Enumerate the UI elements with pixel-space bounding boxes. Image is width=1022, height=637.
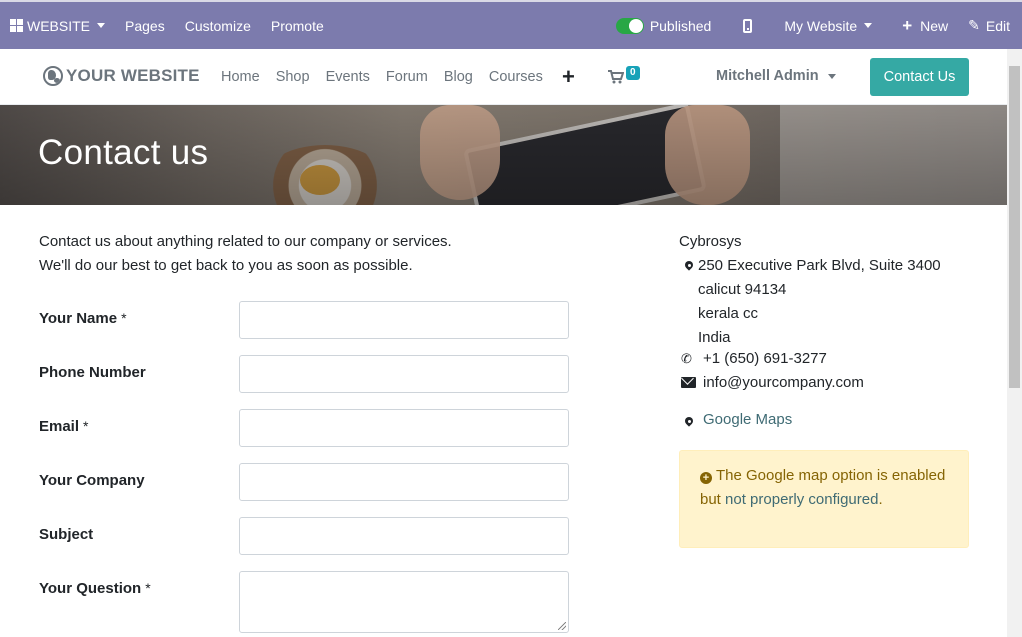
company-input[interactable] (239, 463, 569, 501)
menu-item-home[interactable]: Home (213, 69, 268, 85)
caret-down-icon (864, 23, 873, 28)
company-name: Cybrosys (679, 233, 742, 250)
new-button[interactable]: + New (882, 2, 958, 49)
configure-map-link[interactable]: not properly configured (725, 491, 878, 508)
menu-item-courses[interactable]: Courses (481, 69, 551, 85)
apps-grid-icon (10, 19, 23, 32)
admin-navbar: WEBSITE Pages Customize Promote Publishe… (0, 0, 1022, 49)
site-logo[interactable]: YOUR WEBSITE (43, 66, 200, 86)
contact-us-button[interactable]: Contact Us (870, 58, 969, 96)
my-website-menu[interactable]: My Website (774, 2, 882, 49)
field-label: Your Question * (39, 580, 151, 597)
user-name: Mitchell Admin (716, 68, 819, 84)
website-menu[interactable]: WEBSITE (0, 2, 115, 49)
company-address: 250 Executive Park Blvd, Suite 3400 cali… (684, 254, 941, 350)
user-menu[interactable]: Mitchell Admin (716, 68, 836, 84)
plus-circle-icon: + (700, 472, 712, 484)
address-line: India (698, 329, 731, 346)
phone-input[interactable] (239, 355, 569, 393)
cart-count-badge: 0 (626, 66, 640, 80)
field-label: Email * (39, 418, 88, 435)
label-text: Email (39, 418, 80, 435)
new-label: New (920, 17, 949, 34)
required-marker: * (83, 418, 89, 434)
question-textarea[interactable] (239, 571, 569, 633)
intro-line: Contact us about anything related to our… (39, 233, 452, 250)
field-label: Your Name * (39, 310, 127, 327)
company-email: info@yourcompany.com (681, 374, 864, 391)
map-warning-alert: + The Google map option is enabled but no… (679, 450, 969, 548)
logo-text: YOUR WEBSITE (66, 66, 200, 85)
phone-icon: ✆ (681, 350, 692, 366)
label-text: Subject (39, 526, 94, 543)
toggle-switch-icon (615, 17, 644, 34)
main-menu: Home Shop Events Forum Blog Courses (213, 69, 551, 85)
label-text: Phone Number (39, 364, 146, 381)
alert-text-end: . (878, 491, 883, 508)
edit-label: Edit (985, 17, 1010, 34)
field-label: Subject (39, 526, 93, 543)
published-toggle[interactable]: Published (606, 2, 722, 49)
edit-button[interactable]: ✎ Edit (958, 2, 1022, 49)
label-text: Your Question (39, 580, 142, 597)
address-line: 250 Executive Park Blvd, Suite 3400 (698, 257, 941, 274)
caret-down-icon (827, 73, 836, 79)
plus-icon: + (902, 16, 913, 35)
required-marker: * (145, 580, 151, 596)
field-label: Phone Number (39, 364, 146, 381)
cart-icon[interactable] (608, 70, 624, 84)
label-text: Your Name (39, 310, 118, 327)
globe-icon (43, 66, 63, 86)
add-menu-item-icon[interactable]: + (562, 66, 575, 88)
customize-menu[interactable]: Customize (175, 2, 261, 49)
name-input[interactable] (239, 301, 569, 339)
scrollbar-thumb[interactable] (1009, 66, 1020, 388)
map-marker-icon (684, 417, 694, 427)
hero-banner: Contact us (0, 105, 1007, 205)
email-input[interactable] (239, 409, 569, 447)
menu-item-events[interactable]: Events (318, 69, 378, 85)
address-line: kerala cc (698, 305, 759, 322)
caret-down-icon (97, 23, 106, 28)
email-text: info@yourcompany.com (703, 374, 864, 391)
google-maps-link[interactable]: Google Maps (703, 411, 792, 428)
subject-input[interactable] (239, 517, 569, 555)
resize-handle-icon[interactable] (558, 622, 566, 630)
mobile-preview-button[interactable] (721, 2, 774, 49)
pencil-icon: ✎ (968, 17, 980, 33)
address-line: calicut 94134 (698, 281, 787, 298)
menu-item-shop[interactable]: Shop (268, 69, 318, 85)
label-text: Your Company (39, 472, 145, 489)
website-menu-label: WEBSITE (27, 17, 91, 34)
field-label: Your Company (39, 472, 145, 489)
page-title: Contact us (38, 133, 209, 172)
mobile-icon (743, 18, 753, 33)
company-phone: ✆ +1 (650) 691-3277 (681, 350, 827, 367)
envelope-icon (681, 377, 696, 388)
published-label: Published (649, 17, 712, 34)
pages-menu[interactable]: Pages (115, 2, 175, 49)
intro-line: We'll do our best to get back to you as … (39, 257, 413, 274)
required-marker: * (121, 310, 127, 326)
menu-item-forum[interactable]: Forum (378, 69, 436, 85)
phone-text: +1 (650) 691-3277 (703, 350, 827, 367)
promote-menu[interactable]: Promote (261, 2, 334, 49)
my-website-label: My Website (784, 17, 858, 34)
menu-item-blog[interactable]: Blog (436, 69, 481, 85)
intro-text: Contact us about anything related to our… (39, 230, 452, 278)
